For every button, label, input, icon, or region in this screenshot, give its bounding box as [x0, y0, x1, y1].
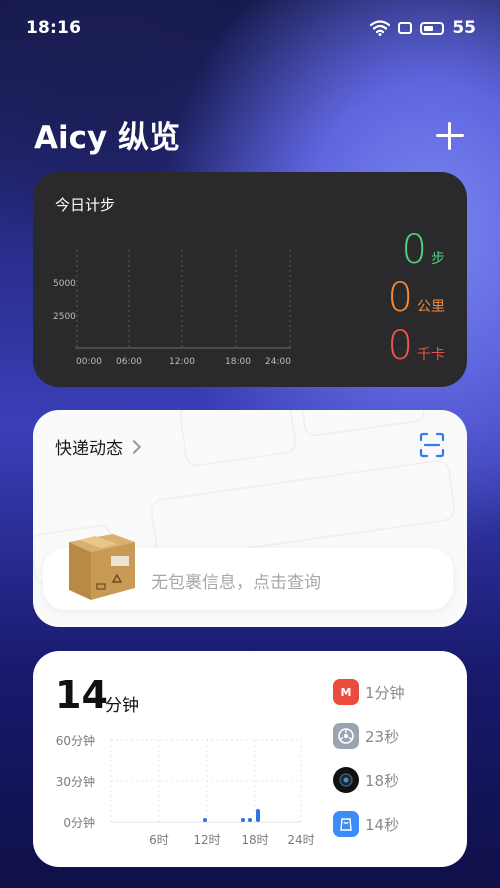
- battery-icon: [420, 21, 445, 35]
- scan-icon[interactable]: [419, 432, 445, 458]
- lens-icon: [339, 773, 353, 787]
- app-usage-time: 14秒: [365, 815, 400, 834]
- x-tick-label: 12:00: [169, 357, 195, 367]
- usage-bar: [256, 809, 260, 822]
- screen-icon: [398, 22, 413, 34]
- y-tick-label: 5000: [53, 279, 76, 289]
- x-tick-label: 6时: [149, 833, 169, 847]
- battery-level: 55: [452, 18, 476, 38]
- steps-metric: 0 步: [402, 230, 445, 270]
- steps-chart: 5000 2500 00:00 06:00 12:00 18:00 24:00: [53, 250, 291, 367]
- calories-value: 0: [387, 323, 413, 369]
- package-box-icon: [69, 534, 135, 600]
- x-tick-label: 18时: [241, 833, 268, 847]
- gear-icon: [338, 728, 354, 744]
- x-tick-label: 24时: [287, 833, 314, 847]
- settings-app-icon: [333, 723, 359, 749]
- steps-value: 0: [401, 227, 427, 273]
- camera-app-icon: [333, 767, 359, 793]
- calories-unit: 千卡: [417, 347, 445, 363]
- app-usage-time: 18秒: [365, 771, 400, 790]
- app-usage-time: 1分钟: [365, 683, 405, 702]
- delivery-title[interactable]: 快递动态: [55, 434, 142, 459]
- delivery-card[interactable]: 快递动态 无包裹信息，点击查询: [33, 410, 467, 627]
- usage-bar: [241, 818, 245, 822]
- app-usage-row[interactable]: 14秒: [333, 811, 399, 837]
- x-tick-label: 18:00: [225, 357, 251, 367]
- usage-bar: [203, 818, 207, 822]
- distance-unit: 公里: [417, 299, 445, 315]
- status-icons: 55: [370, 18, 476, 38]
- distance-value: 0: [387, 275, 413, 321]
- steps-card[interactable]: 今日计步 5000 2500 00:00 06:00 12:00 18:00 24:00 0…: [33, 172, 467, 387]
- y-tick-label: 0分钟: [63, 815, 95, 830]
- app-usage-time: 23秒: [365, 727, 400, 746]
- x-tick-label: 06:00: [116, 357, 142, 367]
- add-icon[interactable]: [436, 122, 464, 150]
- delivery-empty-text: 无包裹信息，点击查询: [151, 573, 321, 593]
- chevron-right-icon: [126, 439, 142, 455]
- x-tick-label: 00:00: [76, 357, 102, 367]
- page-title: Aicy 纵览: [34, 120, 180, 156]
- x-tick-label: 24:00: [265, 357, 291, 367]
- app-usage-row[interactable]: 23秒: [333, 723, 399, 749]
- delivery-title-label: 快递动态: [55, 439, 123, 459]
- shopping-bag-icon: [340, 818, 352, 831]
- x-tick-label: 12时: [193, 833, 220, 847]
- app-usage-row[interactable]: 18秒: [333, 767, 399, 793]
- y-tick-label: 30分钟: [56, 774, 95, 789]
- app-store-icon: [333, 811, 359, 837]
- y-tick-label: 60分钟: [56, 733, 95, 748]
- distance-metric: 0 公里: [388, 278, 445, 318]
- mall-app-icon: M: [333, 679, 359, 705]
- wifi-icon: [370, 20, 391, 36]
- usage-bar: [248, 818, 252, 822]
- status-time: 18:16: [26, 18, 82, 38]
- app-usage-row[interactable]: M 1分钟: [333, 679, 405, 705]
- steps-unit: 步: [431, 251, 445, 267]
- y-tick-label: 2500: [53, 312, 76, 322]
- screen-time-card[interactable]: 14 分钟 60分钟 30分钟 0分钟 6时 12时 18时 24时 M 1分钟 23秒 1…: [33, 651, 467, 867]
- screen-time-chart: 60分钟 30分钟 0分钟 6时 12时 18时 24时: [56, 733, 315, 847]
- calories-metric: 0 千卡: [388, 326, 445, 366]
